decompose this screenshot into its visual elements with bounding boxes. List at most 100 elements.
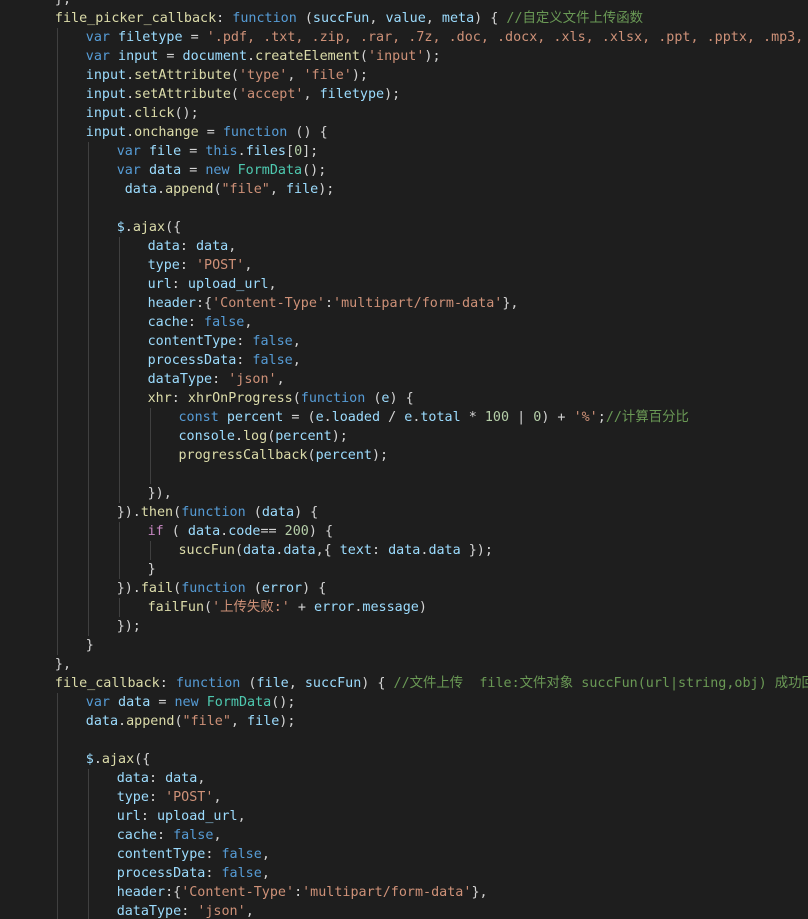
code-line[interactable]: cache: false, — [117, 826, 222, 845]
code-line[interactable]: url: upload_url, — [117, 807, 246, 826]
code-line[interactable]: cache: false, — [148, 313, 253, 332]
code-line[interactable]: }), — [148, 484, 172, 503]
code-line[interactable]: input.setAttribute('type', 'file'); — [86, 66, 368, 85]
code-line[interactable]: header:{'Content-Type':'multipart/form-d… — [148, 294, 519, 313]
code-line[interactable]: input.click(); — [86, 104, 199, 123]
code-line[interactable]: if ( data.code== 200) { — [148, 522, 333, 541]
indent-guide — [87, 598, 89, 617]
code-token: ( — [163, 524, 188, 539]
code-token: }); — [116, 619, 141, 634]
code-token: $ — [116, 220, 125, 235]
code-line[interactable]: data.append("file", file); — [86, 712, 296, 731]
code-line[interactable]: failFun('上传失败:' + error.message) — [148, 598, 427, 617]
code-token: progressCallback — [178, 448, 308, 463]
code-token: ( — [213, 182, 222, 197]
code-line[interactable]: }, — [55, 655, 71, 674]
indent-guide — [56, 85, 58, 104]
code-token: file_callback — [54, 676, 160, 691]
code-line[interactable]: progressCallback(percent); — [179, 446, 389, 465]
code-token: ({ — [165, 220, 182, 235]
indent-guide — [118, 560, 120, 579]
code-line[interactable]: type: 'POST', — [117, 788, 222, 807]
code-token: : — [212, 372, 229, 387]
code-token: : — [205, 847, 222, 862]
code-token: ); — [318, 182, 335, 197]
code-line[interactable]: }); — [117, 617, 141, 636]
code-token: const — [178, 410, 219, 425]
code-token: . — [126, 68, 135, 83]
indent-guide — [87, 275, 89, 294]
code-line[interactable]: data: data, — [148, 237, 237, 256]
code-line[interactable]: console.log(percent); — [179, 427, 348, 446]
code-line[interactable]: input.setAttribute('accept', filetype); — [86, 85, 400, 104]
code-line[interactable]: type: 'POST', — [148, 256, 253, 275]
code-token: function — [222, 125, 288, 140]
code-line[interactable]: $.ajax({ — [86, 750, 151, 769]
code-token: loaded — [331, 410, 381, 425]
code-line[interactable]: }).fail(function (error) { — [117, 579, 327, 598]
code-token: succFun — [304, 676, 362, 691]
indent-guide — [87, 294, 89, 313]
code-line[interactable]: xhr: xhrOnProgress(function (e) { — [148, 389, 414, 408]
code-line[interactable]: }).then(function (data) { — [117, 503, 319, 522]
code-token: : — [140, 809, 157, 824]
code-token: data — [428, 543, 461, 558]
code-token: "file" — [221, 182, 270, 197]
code-line[interactable]: const percent = (e.loaded / e.total * 10… — [179, 408, 689, 427]
indent-guide — [56, 769, 58, 788]
code-token: click — [134, 106, 175, 121]
code-line[interactable]: file_picker_callback: function (succFun,… — [55, 9, 643, 28]
code-line[interactable]: }, — [55, 0, 71, 9]
code-editor[interactable]: },file_picker_callback: function (succFu… — [0, 0, 808, 919]
code-token: ( — [234, 543, 243, 558]
code-line[interactable]: dataType: 'json', — [148, 370, 285, 389]
code-token: document — [182, 49, 248, 64]
code-line[interactable]: data: data, — [117, 769, 206, 788]
code-line[interactable]: var data = new FormData(); — [86, 693, 296, 712]
code-token: ( — [174, 714, 183, 729]
indent-guide — [87, 484, 89, 503]
code-token: setAttribute — [134, 68, 231, 83]
code-line[interactable]: } — [148, 560, 156, 579]
code-line[interactable]: succFun(data.data,{ text: data.data }); — [179, 541, 493, 560]
code-token: //自定义文件上传函数 — [506, 11, 644, 26]
code-line[interactable]: processData: false, — [117, 864, 270, 883]
code-line[interactable]: var data = new FormData(); — [117, 161, 327, 180]
code-line[interactable]: processData: false, — [148, 351, 301, 370]
indent-guide — [56, 446, 58, 465]
indent-guide — [87, 864, 89, 883]
indent-guide — [87, 161, 89, 180]
code-token: upload_url — [187, 277, 269, 292]
code-line[interactable]: contentType: false, — [117, 845, 270, 864]
code-token: data — [388, 543, 421, 558]
indent-guide — [56, 370, 58, 389]
indent-guide — [118, 256, 120, 275]
code-line[interactable]: data.append("file", file); — [117, 180, 335, 199]
code-token: ( — [230, 87, 239, 102]
code-line[interactable]: file_callback: function (file, succFun) … — [55, 674, 808, 693]
code-line[interactable]: } — [86, 636, 94, 655]
code-line[interactable]: var filetype = '.pdf, .txt, .zip, .rar, … — [86, 28, 808, 47]
indent-guide — [87, 560, 89, 579]
indent-guide — [56, 142, 58, 161]
code-token: file_picker_callback — [54, 11, 217, 26]
code-line[interactable]: var file = this.files[0]; — [117, 142, 319, 161]
code-token: data — [85, 714, 119, 729]
indent-guide — [56, 104, 58, 123]
code-line[interactable]: var input = document.createElement('inpu… — [86, 47, 441, 66]
code-token: }, — [471, 885, 488, 900]
code-token: type — [116, 790, 149, 805]
indent-guide — [56, 598, 58, 617]
code-token: ); — [351, 68, 368, 83]
code-token: = — [198, 125, 223, 140]
code-token: :{ — [195, 296, 213, 311]
code-token: new — [205, 163, 230, 178]
code-line[interactable]: input.onchange = function () { — [86, 123, 328, 142]
code-line[interactable]: header:{'Content-Type':'multipart/form-d… — [117, 883, 488, 902]
code-line[interactable]: dataType: 'json', — [117, 902, 254, 919]
indent-guide — [87, 408, 89, 427]
code-token: '上传失败:' — [212, 600, 290, 615]
code-line[interactable]: contentType: false, — [148, 332, 301, 351]
code-line[interactable]: $.ajax({ — [117, 218, 182, 237]
code-line[interactable]: url: upload_url, — [148, 275, 277, 294]
